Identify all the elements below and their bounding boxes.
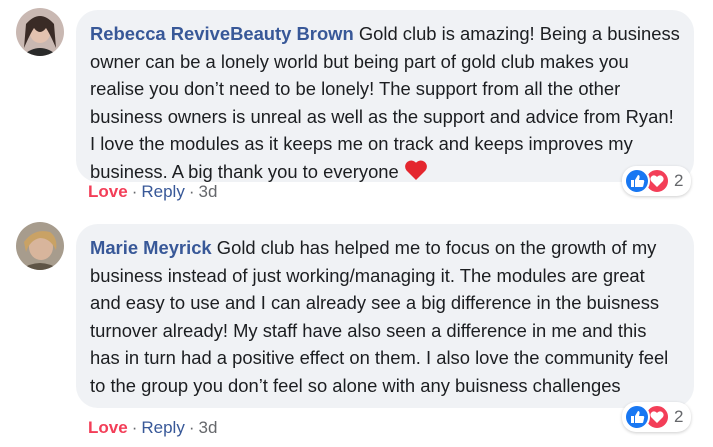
comment-time[interactable]: 3d <box>199 182 218 201</box>
comment-author[interactable]: Rebecca ReviveBeauty Brown <box>90 23 354 44</box>
reactions-summary[interactable]: 2 <box>622 402 692 432</box>
heart-icon <box>404 159 428 189</box>
comment-bubble: Marie Meyrick Gold club has helped me to… <box>76 224 694 408</box>
comment-text: Gold club has helped me to focus on the … <box>90 237 669 396</box>
comment-bubble: Rebecca ReviveBeauty Brown Gold club is … <box>76 10 694 182</box>
like-reaction-icon <box>624 404 650 430</box>
reaction-count: 2 <box>674 171 684 190</box>
separator: · <box>188 418 195 437</box>
comment-time[interactable]: 3d <box>199 418 218 437</box>
comment-author[interactable]: Marie Meyrick <box>90 237 212 258</box>
comment-text: Gold club is amazing! Being a business o… <box>90 23 680 182</box>
love-reaction-link[interactable]: Love <box>88 182 128 201</box>
reply-link[interactable]: Reply <box>141 182 184 201</box>
reactions-summary[interactable]: 2 <box>622 166 692 196</box>
separator: · <box>131 418 138 437</box>
comment-actions: Love · Reply · 3d <box>88 182 217 202</box>
reply-link[interactable]: Reply <box>141 418 184 437</box>
reaction-count: 2 <box>674 407 684 426</box>
separator: · <box>131 182 138 201</box>
comment-actions: Love · Reply · 3d <box>88 418 217 438</box>
avatar[interactable] <box>16 222 64 270</box>
avatar[interactable] <box>16 8 64 56</box>
love-reaction-link[interactable]: Love <box>88 418 128 437</box>
like-reaction-icon <box>624 168 650 194</box>
separator: · <box>188 182 195 201</box>
